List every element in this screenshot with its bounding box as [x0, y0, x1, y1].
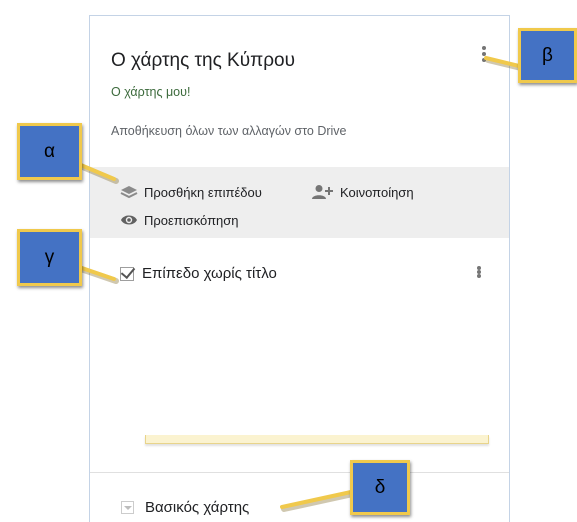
layer-visibility-checkbox[interactable] — [120, 266, 134, 281]
layers-icon — [120, 184, 138, 200]
basemap-label[interactable]: Βασικός χάρτης — [145, 499, 249, 516]
hint-bar — [145, 435, 489, 444]
map-options-icon[interactable] — [478, 41, 490, 67]
callout-beta: β — [518, 28, 577, 83]
map-description[interactable]: Ο χάρτης μου! — [111, 85, 190, 99]
map-panel: Ο χάρτης της Κύπρου Ο χάρτης μου! Αποθήκ… — [89, 15, 510, 522]
callout-delta: δ — [350, 460, 410, 515]
add-layer-button[interactable]: Προσθήκη επιπέδου — [120, 184, 262, 200]
preview-label: Προεπισκόπηση — [144, 212, 239, 228]
basemap-row[interactable]: Βασικός χάρτης — [121, 499, 249, 516]
dropdown-icon[interactable] — [121, 501, 134, 514]
add-layer-label: Προσθήκη επιπέδου — [144, 184, 262, 200]
save-status: Αποθήκευση όλων των αλλαγών στο Drive — [111, 124, 347, 138]
layer-name[interactable]: Επίπεδο χωρίς τίτλο — [142, 265, 277, 282]
callout-alpha: α — [17, 123, 82, 180]
actions-bar: Προσθήκη επιπέδου Κοινοποίηση Προεπισκόπ… — [90, 167, 509, 238]
person-add-icon — [312, 184, 334, 200]
layer-row[interactable]: Επίπεδο χωρίς τίτλο — [120, 265, 277, 282]
divider — [90, 472, 509, 473]
callout-gamma: γ — [17, 229, 82, 286]
share-button[interactable]: Κοινοποίηση — [312, 184, 414, 200]
map-title[interactable]: Ο χάρτης της Κύπρου — [111, 50, 295, 72]
layer-options-icon[interactable] — [473, 261, 485, 283]
eye-icon — [120, 212, 138, 228]
preview-button[interactable]: Προεπισκόπηση — [120, 212, 239, 228]
share-label: Κοινοποίηση — [340, 184, 414, 200]
